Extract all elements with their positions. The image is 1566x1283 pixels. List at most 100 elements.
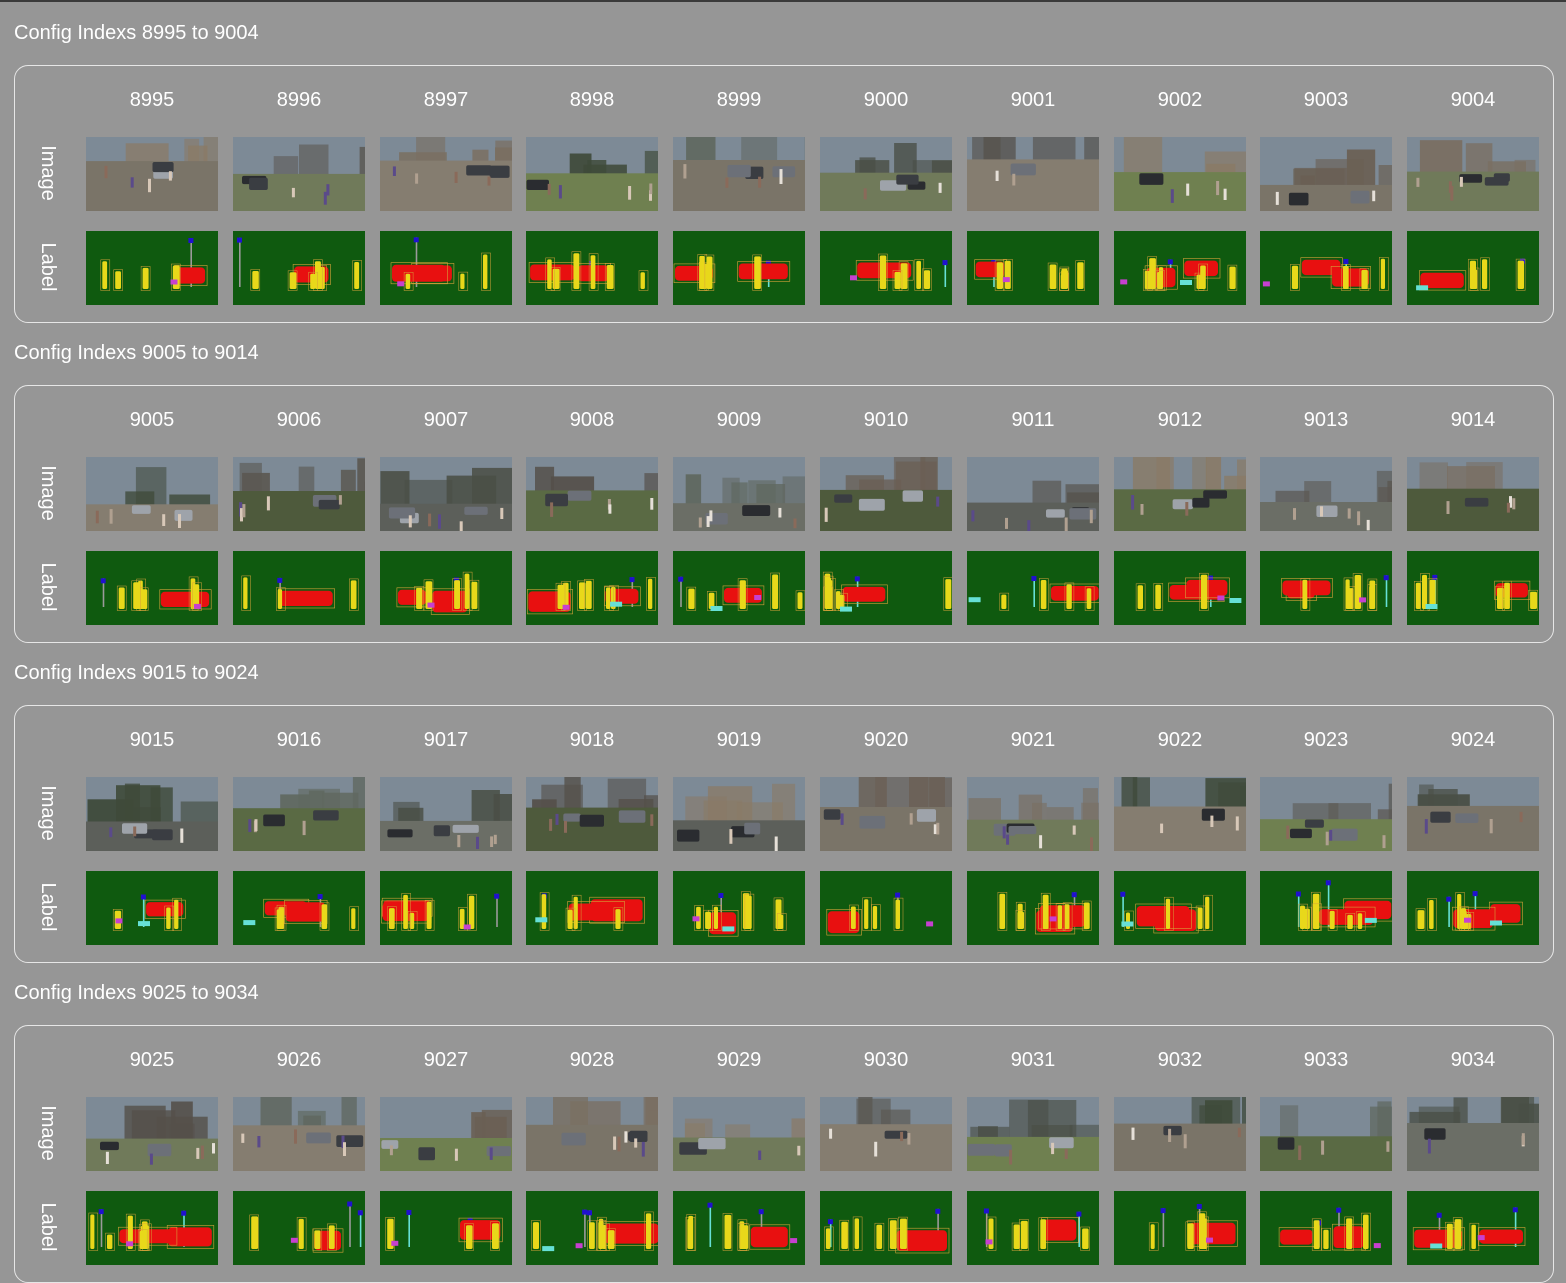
label-thumbnail[interactable] — [967, 551, 1099, 625]
image-thumbnail[interactable] — [820, 457, 952, 531]
config-index-label: 9020 — [820, 728, 952, 752]
image-thumbnail[interactable] — [1114, 137, 1246, 211]
image-thumbnail[interactable] — [1260, 137, 1392, 211]
image-thumbnail[interactable] — [673, 1097, 805, 1171]
image-thumbnail[interactable] — [233, 457, 365, 531]
image-thumbnail[interactable] — [673, 137, 805, 211]
label-thumbnail[interactable] — [86, 551, 218, 625]
label-thumbnail[interactable] — [673, 871, 805, 945]
image-thumbnail[interactable] — [86, 777, 218, 851]
image-thumbnail[interactable] — [1114, 777, 1246, 851]
image-thumbnail[interactable] — [86, 1097, 218, 1171]
label-thumbnail[interactable] — [1260, 871, 1392, 945]
config-index-label: 9028 — [526, 1048, 658, 1072]
image-thumbnail[interactable] — [1260, 777, 1392, 851]
image-thumbnail[interactable] — [526, 457, 658, 531]
config-index-label: 9011 — [967, 408, 1099, 432]
config-index-label: 9008 — [526, 408, 658, 432]
image-thumbnail[interactable] — [380, 457, 512, 531]
label-thumbnail[interactable] — [967, 231, 1099, 305]
label-thumbnail[interactable] — [233, 871, 365, 945]
image-thumbnail[interactable] — [233, 777, 365, 851]
image-thumbnail[interactable] — [1407, 137, 1539, 211]
image-thumbnail[interactable] — [233, 1097, 365, 1171]
config-index-label: 8995 — [86, 88, 218, 112]
label-thumbnail[interactable] — [820, 551, 952, 625]
row-label-image: Image — [34, 137, 62, 209]
config-index-label: 9019 — [673, 728, 805, 752]
image-thumbnail[interactable] — [673, 457, 805, 531]
label-thumbnail[interactable] — [86, 1191, 218, 1265]
label-thumbnail[interactable] — [233, 231, 365, 305]
config-index-label: 9014 — [1407, 408, 1539, 432]
image-thumbnail[interactable] — [233, 137, 365, 211]
image-thumbnail[interactable] — [967, 457, 1099, 531]
config-index-label: 9023 — [1260, 728, 1392, 752]
label-thumbnail[interactable] — [1260, 231, 1392, 305]
config-index-label: 9012 — [1114, 408, 1246, 432]
label-thumbnail[interactable] — [820, 871, 952, 945]
image-thumbnail[interactable] — [1407, 457, 1539, 531]
label-thumbnail[interactable] — [380, 231, 512, 305]
label-thumbnail[interactable] — [1407, 231, 1539, 305]
image-thumbnail[interactable] — [86, 137, 218, 211]
label-thumbnail[interactable] — [673, 231, 805, 305]
image-thumbnail[interactable] — [526, 137, 658, 211]
label-thumbnail[interactable] — [1260, 1191, 1392, 1265]
config-index-label: 9002 — [1114, 88, 1246, 112]
image-thumbnail[interactable] — [1407, 777, 1539, 851]
image-thumbnail[interactable] — [1114, 457, 1246, 531]
image-thumbnail[interactable] — [820, 137, 952, 211]
config-index-label: 9015 — [86, 728, 218, 752]
label-thumbnail[interactable] — [233, 551, 365, 625]
config-index-label: 9024 — [1407, 728, 1539, 752]
label-thumbnail[interactable] — [673, 551, 805, 625]
label-thumbnail[interactable] — [86, 871, 218, 945]
image-thumbnail[interactable] — [1114, 1097, 1246, 1171]
label-thumbnail[interactable] — [820, 231, 952, 305]
config-index-label: 9017 — [380, 728, 512, 752]
image-thumbnail[interactable] — [380, 777, 512, 851]
label-thumbnail[interactable] — [1407, 551, 1539, 625]
image-thumbnail[interactable] — [820, 777, 952, 851]
config-index-label: 9001 — [967, 88, 1099, 112]
label-thumbnail[interactable] — [673, 1191, 805, 1265]
image-thumbnail[interactable] — [526, 1097, 658, 1171]
label-thumbnail[interactable] — [1407, 1191, 1539, 1265]
image-thumbnail[interactable] — [967, 137, 1099, 211]
image-thumbnail[interactable] — [1260, 1097, 1392, 1171]
image-thumbnail[interactable] — [967, 1097, 1099, 1171]
label-thumbnail[interactable] — [820, 1191, 952, 1265]
config-index-label: 8997 — [380, 88, 512, 112]
image-thumbnail[interactable] — [673, 777, 805, 851]
label-thumbnail[interactable] — [1114, 231, 1246, 305]
label-thumbnail[interactable] — [380, 551, 512, 625]
config-index-label: 9018 — [526, 728, 658, 752]
image-thumbnail[interactable] — [380, 1097, 512, 1171]
config-index-label: 8999 — [673, 88, 805, 112]
image-thumbnail[interactable] — [1407, 1097, 1539, 1171]
image-thumbnail[interactable] — [1260, 457, 1392, 531]
image-thumbnail[interactable] — [86, 457, 218, 531]
label-thumbnail[interactable] — [1114, 871, 1246, 945]
label-thumbnail[interactable] — [526, 551, 658, 625]
row-label-label: Label — [34, 1191, 62, 1263]
label-thumbnail[interactable] — [380, 1191, 512, 1265]
label-thumbnail[interactable] — [1260, 551, 1392, 625]
label-thumbnail[interactable] — [526, 871, 658, 945]
label-thumbnail[interactable] — [380, 871, 512, 945]
image-thumbnail[interactable] — [380, 137, 512, 211]
label-thumbnail[interactable] — [526, 1191, 658, 1265]
image-thumbnail[interactable] — [967, 777, 1099, 851]
label-thumbnail[interactable] — [1114, 551, 1246, 625]
label-thumbnail[interactable] — [1407, 871, 1539, 945]
image-thumbnail[interactable] — [526, 777, 658, 851]
label-thumbnail[interactable] — [233, 1191, 365, 1265]
label-thumbnail[interactable] — [526, 231, 658, 305]
config-index-label: 9027 — [380, 1048, 512, 1072]
label-thumbnail[interactable] — [1114, 1191, 1246, 1265]
label-thumbnail[interactable] — [86, 231, 218, 305]
label-thumbnail[interactable] — [967, 1191, 1099, 1265]
label-thumbnail[interactable] — [967, 871, 1099, 945]
image-thumbnail[interactable] — [820, 1097, 952, 1171]
